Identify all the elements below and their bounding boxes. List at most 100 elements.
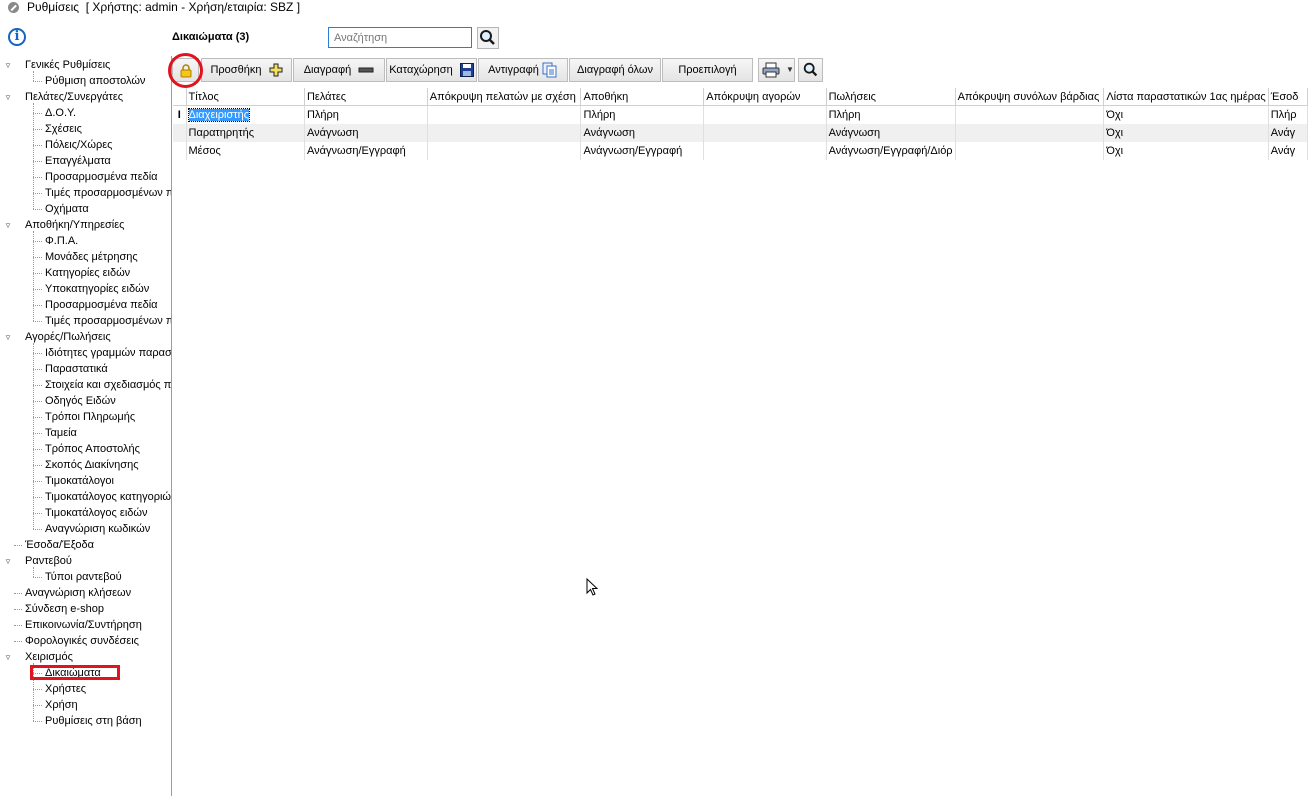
table-cell[interactable]: Όχι [1103, 124, 1269, 142]
tree-subitem[interactable]: Κατηγορίες ειδών [45, 265, 130, 281]
table-cell[interactable] [703, 124, 827, 142]
column-header[interactable]: Λίστα παραστατικών 1ας ημέρας [1103, 88, 1269, 106]
table-cell[interactable]: Ανάγ [1268, 142, 1308, 160]
tree-item[interactable]: Φορολογικές συνδέσεις [25, 633, 139, 649]
tree-item[interactable]: Πελάτες/Συνεργάτες [25, 89, 123, 105]
column-header[interactable]: Αποθήκη [580, 88, 705, 106]
default-button[interactable]: Προεπιλογή [662, 58, 753, 82]
info-icon[interactable]: i [8, 28, 26, 46]
preview-button[interactable] [798, 58, 823, 82]
tree-subitem[interactable]: Αναγνώριση κωδικών [45, 521, 150, 537]
column-header[interactable]: Τίτλος [186, 88, 305, 106]
table-cell[interactable]: Παρατηρητής [186, 124, 305, 142]
table-cell[interactable] [703, 105, 827, 124]
print-button[interactable]: ▼ [758, 58, 795, 82]
table-row[interactable]: I Διαχειριστής Πλήρη Πλήρη Πλήρη Όχι Πλήρ [173, 105, 1308, 124]
table-cell[interactable]: Μέσος [186, 142, 305, 160]
tree-item[interactable]: Επικοινωνία/Συντήρηση [25, 617, 142, 633]
tree-subitem[interactable]: Στοιχεία και σχεδιασμός π [45, 377, 171, 393]
tree-subitem[interactable]: Δ.Ο.Υ. [45, 105, 76, 121]
tree-subitem[interactable]: Ρύθμιση αποστολών [45, 73, 145, 89]
table-cell[interactable]: Πλήρη [580, 105, 705, 124]
column-header[interactable]: Πελάτες [304, 88, 428, 106]
save-button[interactable]: Καταχώρηση [386, 58, 477, 82]
tree-subitem[interactable]: Υποκατηγορίες ειδών [45, 281, 149, 297]
table-cell[interactable] [955, 142, 1105, 160]
permissions-grid[interactable]: Τίτλος Πελάτες Απόκρυψη πελατών με σχέση… [173, 88, 1308, 796]
delete-button[interactable]: Διαγραφή [293, 58, 385, 82]
tree-subitem[interactable]: Προσαρμοσμένα πεδία [45, 169, 158, 185]
table-cell[interactable]: Πλήρ [1268, 105, 1308, 124]
tree-subitem[interactable]: Ταμεία [45, 425, 77, 441]
selected-cell-text[interactable]: Διαχειριστής [187, 108, 251, 122]
table-cell[interactable]: Ανάγνωση/Εγγραφή [580, 142, 705, 160]
table-cell[interactable]: Διαχειριστής [186, 105, 305, 124]
table-cell[interactable]: Ανάγνωση [580, 124, 705, 142]
tree-subitem[interactable]: Παραστατικά [45, 361, 108, 377]
tree-expander-icon[interactable]: ▿ [3, 649, 13, 665]
table-cell[interactable]: Ανάγνωση/Εγγραφή/Διόρ [826, 142, 956, 160]
table-cell[interactable]: Ανάγ [1268, 124, 1308, 142]
add-button[interactable]: Προσθήκη [201, 58, 292, 82]
column-header[interactable]: Απόκρυψη πελατών με σχέση [427, 88, 582, 106]
tree-subitem[interactable]: Τιμοκατάλογος κατηγοριώ [45, 489, 171, 505]
table-cell[interactable] [703, 142, 827, 160]
search-button[interactable] [477, 27, 499, 49]
tree-item[interactable]: Γενικές Ρυθμίσεις [25, 57, 110, 73]
table-cell[interactable] [955, 124, 1105, 142]
tree-subitem[interactable]: Τύποι ραντεβού [45, 569, 122, 585]
tree-expander-icon[interactable]: ▿ [3, 329, 13, 345]
dropdown-arrow-icon[interactable]: ▼ [786, 59, 794, 81]
tree-expander-icon[interactable]: ▿ [3, 57, 13, 73]
table-cell[interactable]: Πλήρη [304, 105, 428, 124]
table-cell[interactable]: Όχι [1103, 105, 1269, 124]
tree-subitem[interactable]: Τρόποι Πληρωμής [45, 409, 135, 425]
tree-subitem[interactable]: Σχέσεις [45, 121, 82, 137]
tree-subitem[interactable]: Ρυθμίσεις στη βάση [45, 713, 142, 729]
tree-subitem[interactable]: Χρήση [45, 697, 78, 713]
tree-expander-icon[interactable]: ▿ [3, 553, 13, 569]
delete-all-button[interactable]: Διαγραφή όλων [569, 58, 661, 82]
tree-subitem[interactable]: Οχήματα [45, 201, 89, 217]
table-cell[interactable]: Πλήρη [826, 105, 956, 124]
column-header[interactable]: Πωλήσεις [826, 88, 956, 106]
tree-item[interactable]: Σύνδεση e-shop [25, 601, 104, 617]
table-cell[interactable]: Ανάγνωση [826, 124, 956, 142]
table-row[interactable]: Παρατηρητής Ανάγνωση Ανάγνωση Ανάγνωση Όχι Αν… [173, 124, 1308, 142]
tree-subitem[interactable]: Τιμές προσαρμοσμένων π [45, 185, 171, 201]
tree-subitem[interactable]: Προσαρμοσμένα πεδία [45, 297, 158, 313]
tree-item[interactable]: Αγορές/Πωλήσεις [25, 329, 111, 345]
tree-subitem[interactable]: Μονάδες μέτρησης [45, 249, 138, 265]
tree-item[interactable]: Έσοδα/Έξοδα [25, 537, 94, 553]
table-cell[interactable]: Όχι [1103, 142, 1269, 160]
tree-subitem[interactable]: Πόλεις/Χώρες [45, 137, 112, 153]
tree-subitem[interactable]: Τιμοκατάλογος ειδών [45, 505, 147, 521]
tree-item[interactable]: Αναγνώριση κλήσεων [25, 585, 131, 601]
tree-subitem[interactable]: Ιδιότητες γραμμών παρασ [45, 345, 171, 361]
tree-connector [33, 193, 42, 194]
tree-subitem[interactable]: Οδηγός Ειδών [45, 393, 116, 409]
table-cell[interactable] [955, 105, 1105, 124]
table-cell[interactable] [427, 142, 582, 160]
tree-item[interactable]: Αποθήκη/Υπηρεσίες [25, 217, 124, 233]
search-input[interactable] [328, 27, 472, 48]
tree-subitem[interactable]: Επαγγέλματα [45, 153, 111, 169]
tree-expander-icon[interactable]: ▿ [3, 217, 13, 233]
tree-subitem[interactable]: Χρήστες [45, 681, 86, 697]
tree-subitem[interactable]: Τρόπος Αποστολής [45, 441, 140, 457]
table-cell[interactable] [427, 105, 582, 124]
settings-tree[interactable]: ▿ Γενικές Ρυθμίσεις Ρύθμιση αποστολών ▿ Πελά… [0, 56, 172, 796]
table-cell[interactable]: Ανάγνωση/Εγγραφή [304, 142, 428, 160]
tree-subitem[interactable]: Τιμοκατάλογοι [45, 473, 114, 489]
column-header[interactable]: Απόκρυψη αγορών [703, 88, 827, 106]
copy-button[interactable]: Αντιγραφή [478, 58, 568, 82]
table-cell[interactable]: Ανάγνωση [304, 124, 428, 142]
tree-expander-icon[interactable]: ▿ [3, 89, 13, 105]
tree-subitem[interactable]: Φ.Π.Α. [45, 233, 78, 249]
column-header[interactable]: Απόκρυψη συνόλων βάρδιας [955, 88, 1105, 106]
table-cell[interactable] [427, 124, 582, 142]
table-row[interactable]: Μέσος Ανάγνωση/Εγγραφή Ανάγνωση/Εγγραφή Ανά… [173, 142, 1308, 160]
column-header[interactable]: Έσοδ [1268, 88, 1308, 106]
tree-subitem[interactable]: Σκοπός Διακίνησης [45, 457, 139, 473]
tree-subitem[interactable]: Τιμές προσαρμοσμένων π [45, 313, 171, 329]
